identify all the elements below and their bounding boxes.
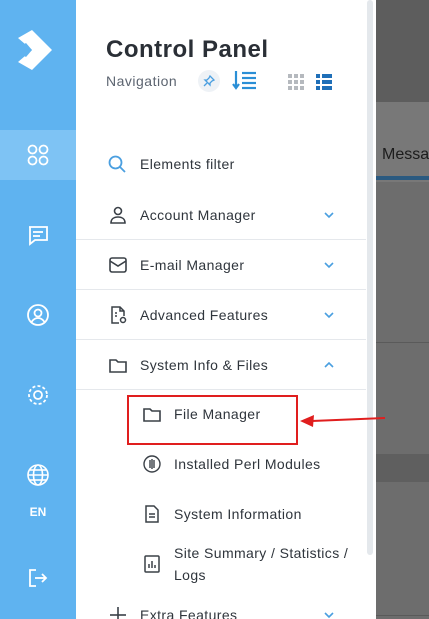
chevron-down-icon	[324, 212, 334, 219]
language-code[interactable]: EN	[0, 505, 76, 519]
menu-label: E-mail Manager	[140, 257, 245, 273]
sort-list-icon[interactable]	[232, 68, 258, 94]
rail-profile[interactable]	[0, 290, 76, 340]
elements-filter-label: Elements filter	[140, 156, 235, 172]
list-view-icon[interactable]	[316, 74, 332, 90]
globe-icon	[27, 464, 49, 486]
highlight-box	[127, 395, 298, 445]
perl-icon	[143, 455, 161, 473]
menu-account-manager[interactable]: Account Manager	[76, 190, 366, 240]
app-logo[interactable]	[16, 30, 54, 70]
annotation-arrow-icon	[300, 415, 386, 427]
menu-label: Extra Features	[140, 607, 238, 619]
rail-settings[interactable]	[0, 370, 76, 420]
chat-icon	[29, 226, 48, 246]
menu-label: Advanced Features	[140, 307, 269, 323]
background-tab-bar	[376, 102, 429, 182]
advanced-file-icon	[111, 306, 127, 324]
panel-title: Control Panel	[106, 36, 269, 63]
submenu-label: Installed Perl Modules	[174, 456, 321, 472]
control-panel-sidebar: Control Panel Navigation Elements filter…	[76, 0, 376, 619]
chevron-down-icon	[324, 262, 334, 269]
menu-extra-features[interactable]: Extra Features	[76, 590, 366, 619]
menu-label: System Info & Files	[140, 357, 269, 373]
chevron-down-icon	[324, 312, 334, 319]
panel-scrollbar[interactable]	[367, 0, 373, 555]
background-divider-bottom	[376, 615, 429, 616]
rail-logout[interactable]	[0, 553, 76, 603]
rail-language[interactable]	[0, 450, 76, 500]
menu-advanced-features[interactable]: Advanced Features	[76, 290, 366, 340]
user-icon	[110, 206, 126, 224]
document-icon	[145, 505, 159, 523]
panel-subtitle: Navigation	[106, 73, 178, 89]
pin-icon	[203, 75, 215, 87]
app-rail: EN	[0, 0, 76, 619]
settings-icon	[28, 385, 48, 405]
chevron-down-icon	[324, 612, 334, 619]
user-circle-icon	[27, 304, 49, 326]
submenu-label: Site Summary / Statistics / Logs	[174, 545, 349, 583]
rail-messages[interactable]	[0, 210, 76, 260]
menu-label: Account Manager	[140, 207, 256, 223]
rail-dashboard[interactable]	[0, 130, 76, 180]
background-divider	[376, 342, 429, 343]
submenu-label: System Information	[174, 506, 302, 522]
dashboard-icon	[27, 144, 49, 166]
stats-icon	[144, 555, 160, 573]
background-strip	[376, 454, 429, 482]
chevron-up-icon	[324, 361, 334, 368]
background-header	[376, 0, 429, 102]
grid-view-icon[interactable]	[288, 74, 304, 90]
logout-icon	[29, 569, 48, 587]
background-tab-messages[interactable]: Messa	[382, 146, 429, 164]
search-icon	[108, 155, 126, 173]
menu-system-info-files[interactable]: System Info & Files	[76, 340, 366, 390]
pin-button[interactable]	[198, 70, 220, 92]
background-tab-underline	[376, 176, 429, 180]
plus-icon	[110, 607, 126, 619]
menu-email-manager[interactable]: E-mail Manager	[76, 240, 366, 290]
folder-icon	[109, 359, 127, 373]
mail-icon	[109, 257, 127, 273]
elements-filter[interactable]: Elements filter	[108, 150, 235, 178]
